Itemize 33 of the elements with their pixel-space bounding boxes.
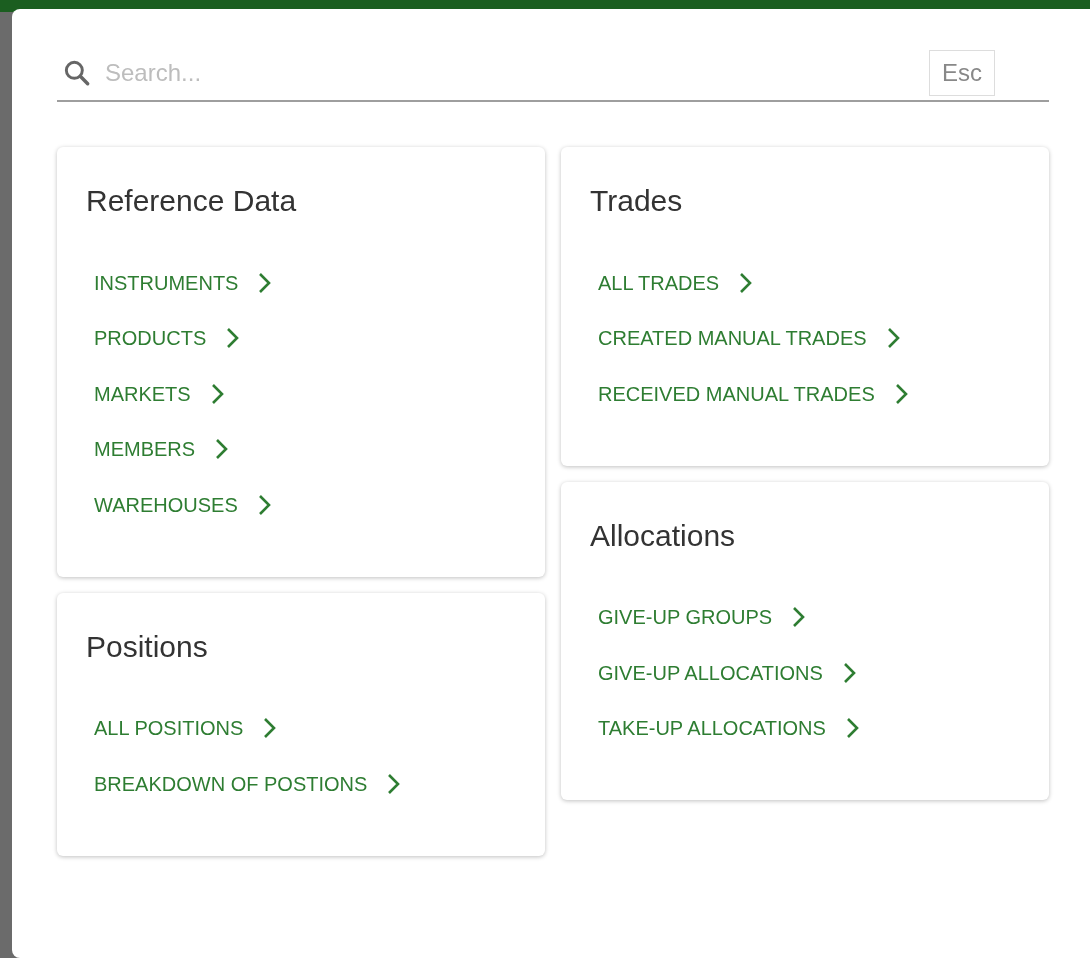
menu-link[interactable]: BREAKDOWN OF POSTIONS — [94, 768, 402, 799]
menu-link[interactable]: INSTRUMENTS — [94, 267, 273, 298]
card-title: Allocations — [590, 517, 737, 554]
chevron-right-icon — [739, 271, 754, 294]
chevron-right-icon — [842, 661, 857, 684]
chevron-right-icon — [210, 382, 225, 405]
menu-link[interactable]: GIVE-UP ALLOCATIONS — [598, 657, 857, 688]
search-field[interactable]: Search... — [105, 54, 929, 91]
menu-link[interactable]: ALL POSITIONS — [94, 713, 278, 744]
chevron-right-icon — [215, 438, 230, 461]
chevron-right-icon — [886, 327, 901, 350]
chevron-right-icon — [387, 772, 402, 795]
chevron-right-icon — [894, 382, 909, 405]
menu-link[interactable]: WAREHOUSES — [94, 489, 272, 520]
chevron-right-icon — [226, 327, 241, 350]
esc-key: Esc — [929, 49, 995, 96]
menu-link[interactable]: MEMBERS — [94, 434, 230, 465]
chevron-right-icon — [257, 493, 272, 516]
menu-link[interactable]: PRODUCTS — [94, 323, 241, 354]
card-title: Reference Data — [86, 183, 298, 219]
card-title: Trades — [590, 183, 684, 219]
card-title: Positions — [86, 628, 209, 665]
menu-link[interactable]: MARKETS — [94, 378, 225, 409]
menu-link[interactable]: CREATED MANUAL TRADES — [598, 323, 901, 354]
chevron-right-icon — [258, 271, 273, 294]
chevron-right-icon — [263, 717, 278, 740]
search-bar[interactable]: Search... Esc — [57, 49, 1049, 102]
chevron-right-icon — [845, 717, 860, 740]
menu-link[interactable]: TAKE-UP ALLOCATIONS — [598, 713, 860, 744]
menu-link[interactable]: ALL TRADES — [598, 267, 754, 298]
menu-link[interactable]: RECEIVED MANUAL TRADES — [598, 378, 909, 409]
chevron-right-icon — [792, 606, 807, 629]
menu-link[interactable]: GIVE-UP GROUPS — [598, 602, 807, 633]
